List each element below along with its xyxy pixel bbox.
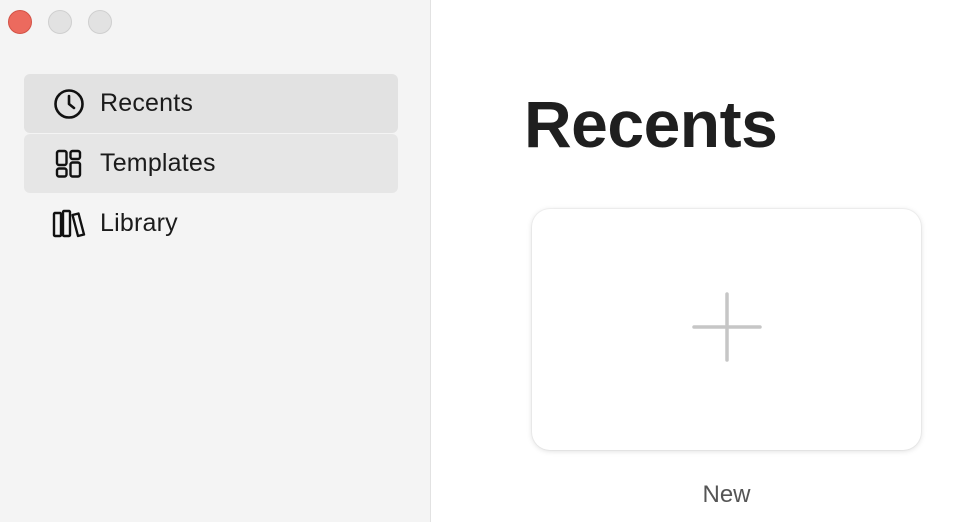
- page-title: Recents: [524, 87, 778, 161]
- minimize-window-button[interactable]: [48, 10, 72, 34]
- sidebar-item-label: Recents: [100, 89, 194, 117]
- zoom-window-button[interactable]: [88, 10, 112, 34]
- sidebar-item-label: Templates: [100, 149, 216, 177]
- main-content: Recents New: [431, 0, 956, 522]
- sidebar-item-templates[interactable]: Templates: [24, 134, 398, 193]
- new-document-label: New: [702, 481, 751, 508]
- sidebar: Recents Templates Library: [0, 0, 431, 522]
- new-document-card[interactable]: [532, 209, 921, 450]
- clock-icon: [52, 87, 86, 121]
- app-window: Recents Templates Library Recents New: [0, 0, 956, 522]
- plus-icon: [691, 291, 763, 368]
- window-controls: [8, 10, 112, 34]
- sidebar-item-label: Library: [100, 209, 178, 237]
- sidebar-nav: Recents Templates Library: [24, 74, 398, 254]
- library-books-icon: [52, 207, 86, 241]
- sidebar-item-recents[interactable]: Recents: [24, 74, 398, 133]
- sidebar-item-library[interactable]: Library: [24, 194, 398, 253]
- templates-grid-icon: [52, 147, 86, 181]
- close-window-button[interactable]: [8, 10, 32, 34]
